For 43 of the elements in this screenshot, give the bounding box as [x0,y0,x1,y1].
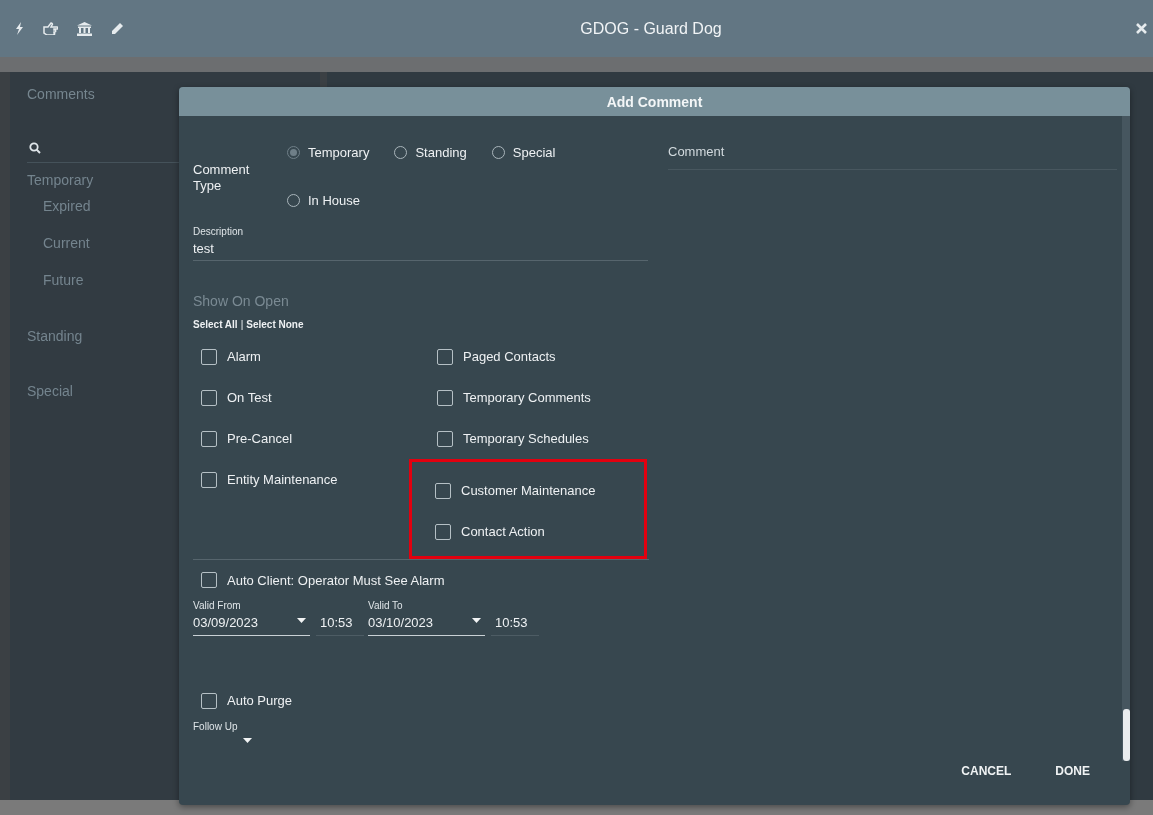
dialog-button[interactable]: CANCEL [959,764,1014,778]
date-field[interactable]: Valid From 03/09/2023 [193,600,310,636]
time-field[interactable]: 10:53 [316,615,364,636]
pointing-hand-icon[interactable] [43,22,58,35]
checkbox-option[interactable]: Alarm [201,336,411,377]
dialog-button[interactable]: DONE [1053,764,1092,778]
window-title: GDOG - Guard Dog [579,19,723,38]
scrollbar-thumb[interactable] [1123,709,1130,761]
caret-icon [297,618,306,623]
radio-option[interactable]: Special [491,142,556,162]
bolt-icon[interactable] [16,22,24,35]
checkbox-option[interactable]: Temporary Schedules [411,418,647,459]
comment-field[interactable]: Comment [668,136,1117,170]
field-label: Comment Type [193,161,251,195]
dialog-title: Add Comment [606,93,703,110]
time-field[interactable]: 10:53 [491,615,539,636]
scrollbar[interactable] [1122,116,1130,761]
checkbox-option[interactable]: Auto Purge [193,680,649,721]
caret-icon [472,618,481,623]
checkbox-option[interactable]: Temporary Comments [411,377,647,418]
checkbox-option[interactable]: Contact Action [412,511,644,552]
pencil-icon[interactable] [111,22,123,35]
checkbox-option[interactable]: Customer Maintenance [412,470,644,511]
radio-option[interactable]: In House [287,190,361,210]
checkbox-option[interactable]: Pre-Cancel [201,418,411,459]
radio-option[interactable]: Temporary [287,142,370,162]
panel-title: Comments [27,86,96,104]
close-icon[interactable] [1136,23,1147,34]
follow-up-dropdown[interactable]: Follow Up [193,721,263,743]
description-field[interactable]: Description test [193,226,648,261]
select-none-link[interactable]: Select None [246,319,304,330]
select-all-link[interactable]: Select All [193,319,238,330]
link-separator: | [240,319,244,330]
checkbox-option[interactable]: Paged Contacts [411,336,647,377]
date-field[interactable]: Valid To 03/10/2023 [368,600,485,636]
search-icon [29,142,41,154]
checkbox-option[interactable]: Auto Client: Operator Must See Alarm [193,560,649,600]
caret-icon [243,738,252,743]
radio-option[interactable]: Standing [394,142,467,162]
bank-icon[interactable] [77,21,92,36]
checkbox-option[interactable]: Entity Maintenance [201,459,411,500]
checkbox-option[interactable]: On Test [201,377,411,418]
section-title: Show On Open [193,293,290,309]
